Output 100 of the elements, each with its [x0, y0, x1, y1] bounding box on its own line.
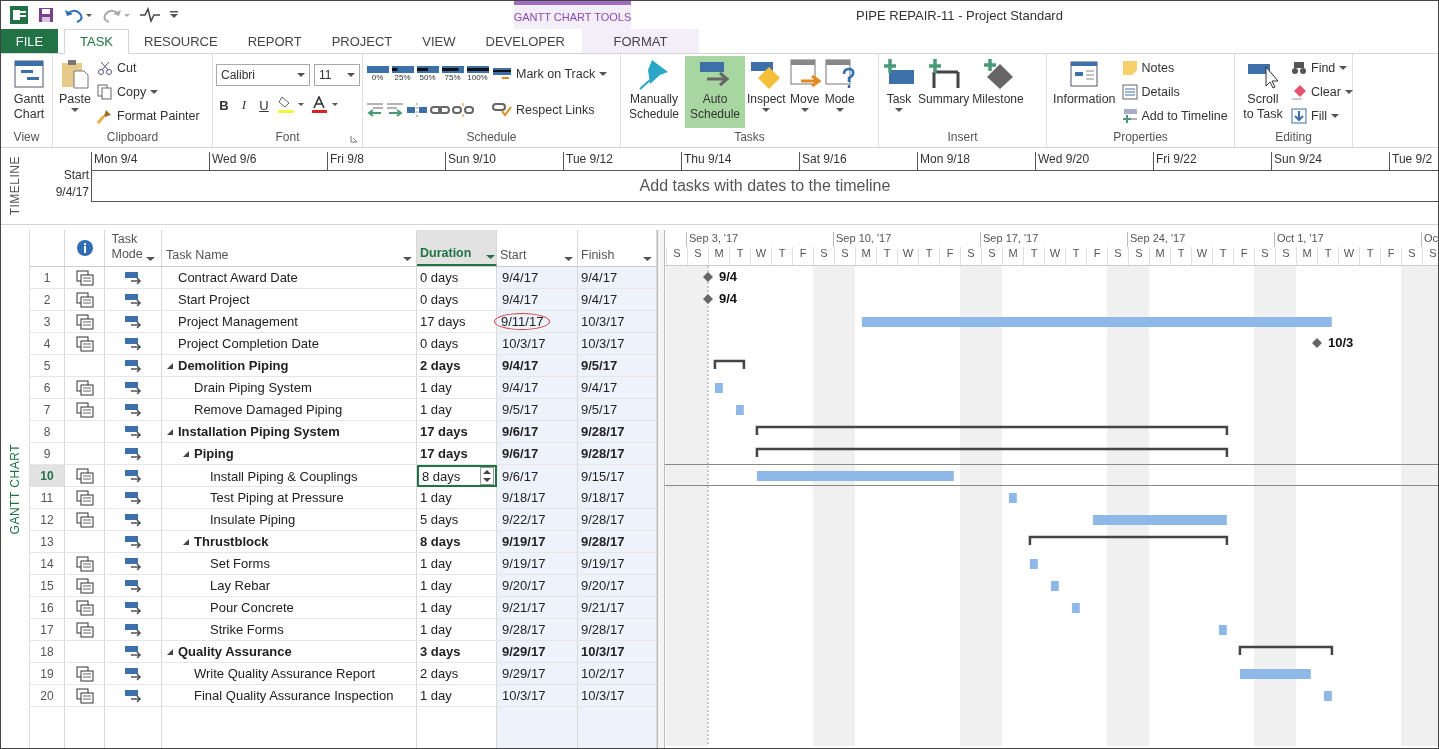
dialog-launcher-icon[interactable]	[350, 135, 358, 143]
duration-cell[interactable]: 8 days	[417, 465, 497, 487]
table-row[interactable]: 14 Set Forms 1 day 9/19/17 9/19/17	[30, 553, 657, 575]
scroll-to-task-button[interactable]: Scroll to Task	[1238, 56, 1288, 128]
information-button[interactable]: Information	[1050, 56, 1119, 128]
ribbon-tab[interactable]: DEVELOPER	[470, 29, 580, 53]
row-number[interactable]: 12	[30, 509, 65, 530]
table-row[interactable]: 16 Pour Concrete 1 day 9/21/17 9/21/17	[30, 597, 657, 619]
row-number[interactable]: 10	[30, 465, 65, 487]
copy-button[interactable]: Copy	[97, 84, 200, 100]
percent-complete-button[interactable]: 75%	[441, 66, 464, 82]
row-number[interactable]: 14	[30, 553, 65, 574]
row-number[interactable]: 1	[30, 267, 65, 288]
font-size-field[interactable]: 11	[314, 64, 360, 86]
respect-links-button[interactable]: Respect Links	[492, 103, 608, 117]
row-number[interactable]: 5	[30, 355, 65, 376]
table-row[interactable]: 4 Project Completion Date 0 days 10/3/17 10/3/17	[30, 333, 657, 355]
add-to-timeline-button[interactable]: Add to Timeline	[1121, 108, 1228, 124]
row-number[interactable]: 9	[30, 443, 65, 464]
gantt-chart-button[interactable]: Gantt Chart	[4, 56, 54, 128]
insert-task-button[interactable]: Task	[882, 56, 916, 128]
fill-button[interactable]: Fill	[1291, 108, 1353, 124]
split-task-icon[interactable]	[406, 102, 428, 118]
table-row[interactable]: 1 Contract Award Date 0 days 9/4/17 9/4/17	[30, 267, 657, 289]
customize-icon[interactable]	[169, 10, 179, 20]
table-row[interactable]: 5 Demolition Piping 2 days 9/4/17 9/5/17	[30, 355, 657, 377]
format-painter-button[interactable]: Format Painter	[97, 108, 200, 124]
mark-on-track-button[interactable]: Mark on Track	[492, 67, 608, 81]
row-number[interactable]: 8	[30, 421, 65, 442]
paste-button[interactable]: Paste	[56, 56, 94, 128]
summary-bar[interactable]	[755, 447, 1229, 457]
table-row[interactable]: 2 Start Project 0 days 9/4/17 9/4/17	[30, 289, 657, 311]
column-header[interactable]: Duration	[417, 230, 497, 266]
row-number[interactable]: 19	[30, 663, 65, 684]
milestone-diamond[interactable]	[1312, 338, 1322, 348]
mode-button[interactable]: Mode	[822, 56, 857, 128]
summary-bar[interactable]	[713, 359, 746, 369]
find-button[interactable]: Find	[1291, 60, 1353, 76]
underline-button[interactable]: U	[256, 97, 272, 113]
font-name-field[interactable]: Calibri	[216, 64, 310, 86]
notes-button[interactable]: Notes	[1121, 60, 1228, 76]
table-row[interactable]: 18 Quality Assurance 3 days 9/29/17 10/3/17	[30, 641, 657, 663]
ribbon-tab[interactable]: VIEW	[407, 29, 471, 53]
summary-bar[interactable]	[755, 425, 1229, 435]
highlight-color-icon[interactable]	[276, 96, 306, 114]
summary-bar[interactable]	[1028, 535, 1229, 545]
move-button[interactable]: Move	[787, 56, 822, 128]
link-icon[interactable]	[430, 106, 450, 114]
collapse-icon[interactable]	[166, 361, 174, 370]
inspect-button[interactable]: Inspect	[746, 56, 787, 128]
summary-bar[interactable]	[1238, 645, 1334, 655]
row-number[interactable]: 7	[30, 399, 65, 420]
outdent-icon[interactable]	[366, 102, 384, 118]
milestone-diamond[interactable]	[703, 272, 713, 282]
bold-button[interactable]: B	[216, 97, 232, 113]
table-row[interactable]: 19 Write Quality Assurance Report 2 days 9/29/17 10/2/17	[30, 663, 657, 685]
ribbon-tab[interactable]: REPORT	[232, 29, 317, 53]
auto-schedule-button[interactable]: Auto Schedule	[685, 56, 745, 128]
table-row[interactable]: 13 Thrustblock 8 days 9/19/17 9/28/17	[30, 531, 657, 553]
collapse-icon[interactable]	[182, 449, 190, 458]
ribbon-tab[interactable]: TASK	[64, 29, 129, 54]
waveform-icon[interactable]	[139, 6, 161, 24]
ribbon-tab[interactable]: PROJECT	[316, 29, 408, 53]
cut-button[interactable]: Cut	[97, 60, 200, 76]
table-row[interactable]: 3 Project Management 17 days 9/11/17 10/3/17	[30, 311, 657, 333]
italic-button[interactable]: I	[236, 97, 252, 113]
row-number[interactable]: 6	[30, 377, 65, 398]
milestone-diamond[interactable]	[703, 294, 713, 304]
table-row[interactable]: 12 Insulate Piping 5 days 9/22/17 9/28/17	[30, 509, 657, 531]
ribbon-tab[interactable]: RESOURCE	[129, 29, 233, 53]
row-number[interactable]: 15	[30, 575, 65, 596]
collapse-icon[interactable]	[166, 427, 174, 436]
row-number[interactable]: 18	[30, 641, 65, 662]
row-number[interactable]: 13	[30, 531, 65, 552]
percent-complete-button[interactable]: 50%	[416, 66, 439, 82]
manually-schedule-button[interactable]: Manually Schedule	[624, 56, 684, 128]
table-row[interactable]: 6 Drain Piping System 1 day 9/4/17 9/4/17	[30, 377, 657, 399]
font-color-icon[interactable]	[310, 96, 340, 114]
percent-complete-button[interactable]: 0%	[366, 66, 389, 82]
table-row[interactable]: 9 Piping 17 days 9/6/17 9/28/17	[30, 443, 657, 465]
insert-summary-button[interactable]: Summary	[917, 56, 971, 128]
percent-complete-button[interactable]: 100%	[466, 66, 489, 82]
collapse-icon[interactable]	[182, 537, 190, 546]
table-row[interactable]: 7 Remove Damaged Piping 1 day 9/5/17 9/5/17	[30, 399, 657, 421]
table-row[interactable]: 11 Test Piping at Pressure 1 day 9/18/17 9/18/17	[30, 487, 657, 509]
insert-milestone-button[interactable]: Milestone	[971, 56, 1025, 128]
ribbon-tab[interactable]: FILE	[1, 29, 58, 53]
row-number[interactable]: 17	[30, 619, 65, 640]
percent-complete-button[interactable]: 25%	[391, 66, 414, 82]
row-number[interactable]: 20	[30, 685, 65, 706]
save-icon[interactable]	[37, 6, 55, 24]
row-number[interactable]: 11	[30, 487, 65, 508]
table-row[interactable]: 10 Install Piping & Couplings 8 days 9/6/17 9/15/17	[30, 465, 657, 487]
unlink-icon[interactable]	[452, 102, 474, 118]
details-button[interactable]: Details	[1121, 84, 1228, 100]
clear-button[interactable]: Clear	[1291, 84, 1353, 100]
table-row[interactable]: 20 Final Quality Assurance Inspection 1 day 10/3/17 10/3/17	[30, 685, 657, 707]
row-number[interactable]: 2	[30, 289, 65, 310]
collapse-icon[interactable]	[166, 647, 174, 656]
table-row[interactable]: 15 Lay Rebar 1 day 9/20/17 9/20/17	[30, 575, 657, 597]
